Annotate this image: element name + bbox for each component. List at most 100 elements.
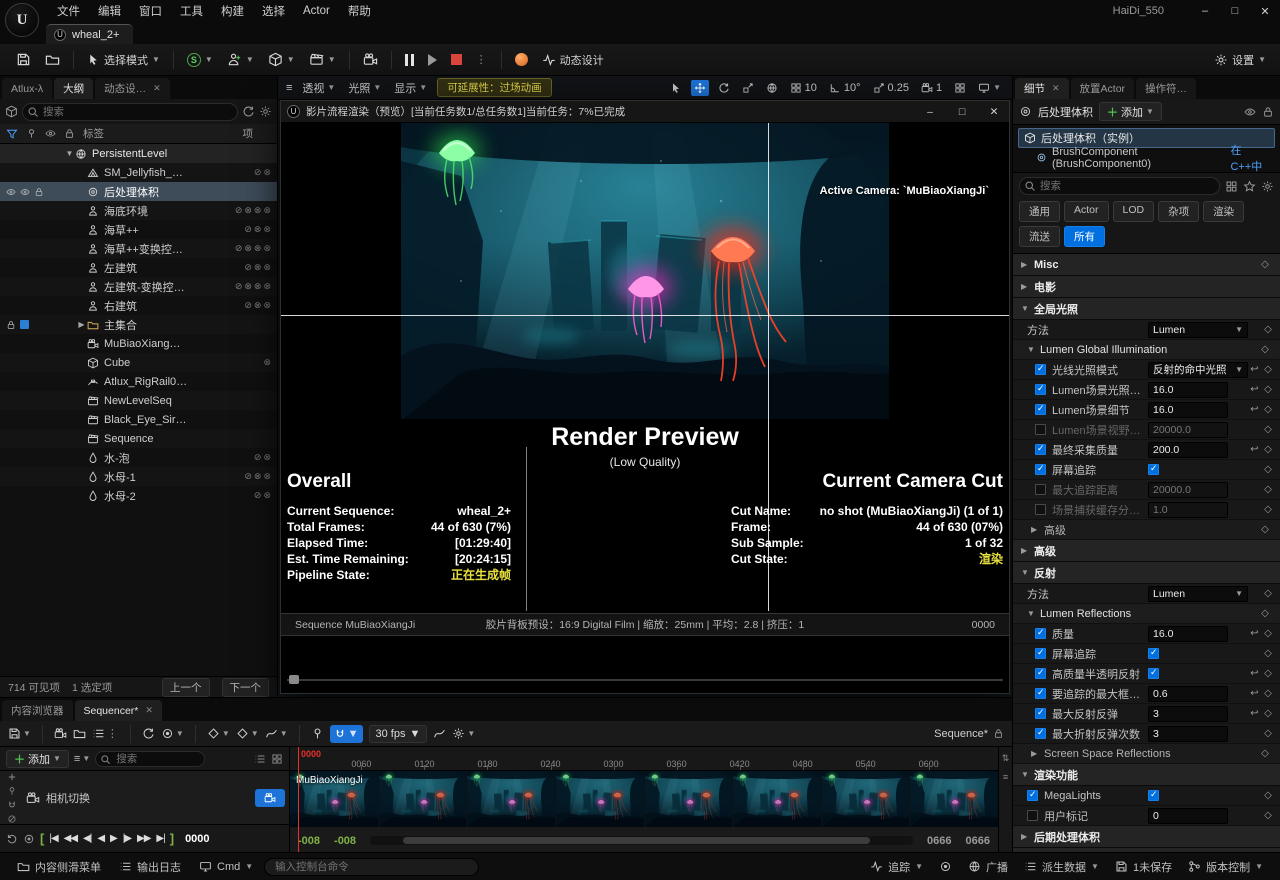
details-tab-操作符…[interactable]: 操作符… bbox=[1136, 78, 1197, 99]
override-checkbox[interactable] bbox=[1035, 403, 1046, 415]
grid-snap-button[interactable]: 10 bbox=[787, 80, 820, 96]
transport-button[interactable]: ◀| bbox=[83, 833, 92, 844]
outliner-row-右建筑[interactable]: 右建筑 ⊘⊗⊗ bbox=[0, 296, 277, 315]
property-row-质量[interactable]: 质量 16.0 ↩◇ bbox=[1013, 624, 1280, 644]
platforms-button[interactable] bbox=[509, 48, 534, 72]
record-button[interactable]: ▼ bbox=[161, 727, 184, 740]
property-row-要追踪的最大框…[interactable]: 要追踪的最大框… 0.6 ↩◇ bbox=[1013, 684, 1280, 704]
value-checkbox[interactable] bbox=[1148, 463, 1159, 475]
timeline-scrollbar[interactable] bbox=[370, 836, 914, 845]
layer-color-chip[interactable] bbox=[20, 320, 29, 329]
expander-icon[interactable]: ▼ bbox=[64, 149, 75, 158]
outliner-row-NewLevelSeq[interactable]: NewLevelSeq bbox=[0, 391, 277, 410]
maximize-button[interactable]: □ bbox=[1220, 0, 1250, 22]
outliner-row-水母-2[interactable]: 水母-2 ⊘⊗ bbox=[0, 486, 277, 505]
loop-icon[interactable] bbox=[6, 833, 18, 845]
keyframe-icon[interactable]: ◇ bbox=[1261, 504, 1275, 515]
outliner-row-左建筑[interactable]: 左建筑 ⊘⊗⊗ bbox=[0, 258, 277, 277]
refresh-icon[interactable] bbox=[242, 105, 255, 118]
outliner-row-Cube[interactable]: Cube ⊗ bbox=[0, 353, 277, 372]
view-start-value[interactable]: -008 bbox=[334, 835, 356, 847]
number-input[interactable]: 20000.0 bbox=[1148, 481, 1228, 498]
cmd-dropdown[interactable]: Cmd ▼ bbox=[192, 856, 260, 878]
transport-button[interactable]: ◀◀ bbox=[64, 833, 78, 844]
select-tool-button[interactable] bbox=[667, 80, 685, 96]
minimize-button[interactable]: – bbox=[1190, 0, 1220, 22]
override-checkbox[interactable] bbox=[1035, 484, 1046, 495]
property-row-最大折射反弹次数[interactable]: 最大折射反弹次数 3 ◇ bbox=[1013, 724, 1280, 744]
menu-item-编辑[interactable]: 编辑 bbox=[89, 0, 130, 22]
trace-button[interactable]: 追踪 ▼ bbox=[863, 856, 930, 878]
outliner-tab-动态设…[interactable]: 动态设… ✕ bbox=[95, 78, 170, 99]
auto-key-button[interactable]: ▼ bbox=[236, 727, 259, 740]
row-link-icons[interactable]: ⊗ bbox=[263, 357, 273, 368]
transport-button[interactable]: ▶▶ bbox=[137, 833, 151, 844]
property-row-方法[interactable]: 方法 Lumen ▼ ◇ bbox=[1013, 320, 1280, 340]
subsection-高级[interactable]: ▶ 高级 ◇ bbox=[1013, 520, 1280, 540]
property-row-最终采集质量[interactable]: 最终采集质量 200.0 ↩◇ bbox=[1013, 440, 1280, 460]
outliner-row-Sequence[interactable]: Sequence bbox=[0, 429, 277, 448]
transport-button[interactable]: |◀ bbox=[49, 833, 58, 844]
property-value[interactable] bbox=[1148, 647, 1248, 659]
filmstrip-thumbnail[interactable] bbox=[378, 771, 467, 827]
output-log-button[interactable]: 输出日志 bbox=[112, 856, 188, 878]
snap-toggle-button[interactable]: ▼ bbox=[329, 724, 363, 743]
filmstrip-thumbnail[interactable] bbox=[555, 771, 644, 827]
grid-icon[interactable] bbox=[271, 753, 283, 765]
outliner-row-MuBiaoXiang…[interactable]: MuBiaoXiang… bbox=[0, 334, 277, 353]
keyframe-icon[interactable]: ◇ bbox=[1258, 524, 1272, 535]
next-button[interactable]: 下一个 bbox=[221, 677, 269, 697]
star-icon[interactable] bbox=[1243, 180, 1256, 193]
property-value[interactable]: 16.0 bbox=[1148, 381, 1248, 398]
save-button[interactable] bbox=[10, 48, 37, 72]
prev-button[interactable]: 上一个 bbox=[162, 677, 210, 697]
section-header-反射[interactable]: ▼ 反射 bbox=[1013, 562, 1280, 584]
group-Lumen Reflections[interactable]: ▼ Lumen Reflections ◇ bbox=[1013, 604, 1280, 624]
keyframe-icon[interactable]: ◇ bbox=[1261, 464, 1275, 475]
keyframe-icon[interactable]: ◇ bbox=[1261, 404, 1275, 415]
expand-icon[interactable]: ≡ bbox=[1003, 772, 1008, 782]
outliner-row-PersistentLevel[interactable]: ▼ PersistentLevel bbox=[0, 144, 277, 163]
view-end-value[interactable]: 0666 bbox=[927, 835, 951, 847]
content-browser-button[interactable] bbox=[39, 48, 66, 72]
outliner-search-input[interactable] bbox=[22, 102, 238, 121]
property-row-高质量半透明反射[interactable]: 高质量半透明反射 ↩◇ bbox=[1013, 664, 1280, 684]
motion-design-button[interactable]: 动态设计 bbox=[536, 48, 610, 72]
section-header-高级[interactable]: ▶ 高级 bbox=[1013, 540, 1280, 562]
keyframe-icon[interactable]: ◇ bbox=[1258, 608, 1272, 619]
camera-button[interactable] bbox=[54, 727, 67, 740]
dropdown-select[interactable]: Lumen ▼ bbox=[1148, 585, 1248, 602]
value-checkbox[interactable] bbox=[1148, 667, 1159, 679]
viewport-layout-button[interactable] bbox=[951, 80, 969, 96]
outliner-row-海底环境[interactable]: 海底环境 ⊘⊗⊗⊗ bbox=[0, 201, 277, 220]
override-checkbox[interactable] bbox=[1035, 463, 1046, 475]
outliner-tab-Atlux-λ[interactable]: Atlux-λ bbox=[2, 78, 53, 99]
perspective-dropdown[interactable]: 透视 ▼ bbox=[299, 78, 338, 98]
property-row-场景捕获缓存分…[interactable]: 场景捕获缓存分… 1.0 ◇ bbox=[1013, 500, 1280, 520]
cinematics-button[interactable]: ▼ bbox=[303, 48, 342, 72]
fps-dropdown[interactable]: 30 fps ▼ bbox=[368, 724, 428, 743]
override-checkbox[interactable] bbox=[1035, 707, 1046, 719]
row-link-icons[interactable]: ⊘⊗⊗⊗ bbox=[235, 243, 273, 254]
outliner-tab-大纲[interactable]: 大纲 bbox=[54, 78, 94, 99]
override-checkbox[interactable] bbox=[1035, 443, 1046, 455]
lit-mode-dropdown[interactable]: 光照 ▼ bbox=[345, 78, 384, 98]
save-sequence-button[interactable]: ▼ bbox=[8, 727, 31, 740]
filter-chip-流送[interactable]: 流送 bbox=[1019, 226, 1060, 247]
settings-button[interactable]: 设置 ▼ bbox=[1208, 48, 1272, 72]
sequence-breadcrumb[interactable]: Sequence* bbox=[934, 728, 1004, 740]
section-header-全局光照[interactable]: ▼ 全局光照 bbox=[1013, 298, 1280, 320]
camera-cuts-track-row[interactable]: 相机切换 bbox=[0, 771, 289, 825]
property-row-Lumen场景光照…[interactable]: Lumen场景光照… 16.0 ↩◇ bbox=[1013, 380, 1280, 400]
property-value[interactable]: Lumen ▼ bbox=[1148, 585, 1248, 602]
camera-button[interactable] bbox=[357, 48, 384, 72]
number-input[interactable]: 0.6 bbox=[1148, 685, 1228, 702]
select-mode-dropdown[interactable]: 选择模式 ▼ bbox=[81, 48, 166, 72]
pin-icon[interactable] bbox=[26, 128, 37, 139]
refresh-button[interactable] bbox=[142, 727, 155, 740]
camera-lock-button[interactable] bbox=[255, 788, 285, 807]
lock-icon[interactable] bbox=[1262, 106, 1274, 118]
reset-icon[interactable]: ↩ bbox=[1248, 708, 1261, 719]
preview-scrubber[interactable] bbox=[287, 675, 1003, 685]
menu-item-构建[interactable]: 构建 bbox=[212, 0, 253, 22]
